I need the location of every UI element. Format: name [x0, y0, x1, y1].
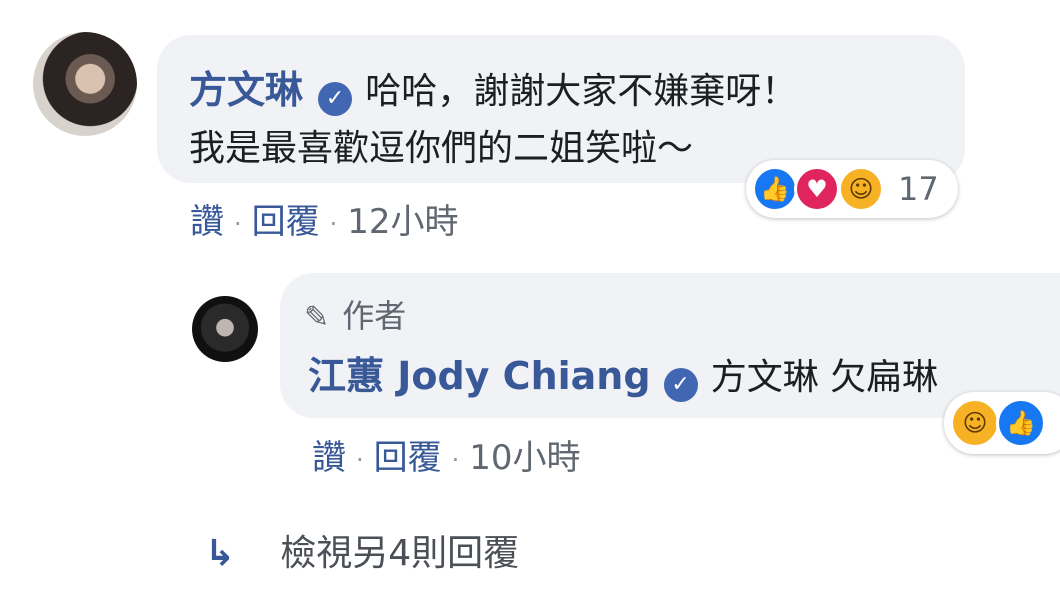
haha-reaction-icon: ☺ [838, 166, 884, 212]
reply-actions: 讚 · 回覆 · 10小時 [312, 430, 581, 479]
pencil-icon: ✎ [304, 300, 330, 335]
like-link[interactable]: 讚 [312, 438, 346, 478]
comment-text-line2: 我是最喜歡逗你們的二姐笑啦～ [189, 128, 694, 169]
like-reaction-icon: 👍 [752, 166, 798, 212]
comment-actions: 讚 · 回覆 · 12小時 [190, 194, 459, 243]
separator-dot: · [329, 209, 338, 238]
reaction-count: 17 [898, 170, 939, 208]
haha-reaction-icon: ☺ [950, 398, 1000, 448]
verified-icon: ✓ [318, 81, 353, 116]
reply-arrow-icon: ↳ [205, 533, 236, 574]
like-reaction-icon: 👍 [996, 398, 1046, 448]
like-link[interactable]: 讚 [190, 202, 224, 242]
separator-dot: · [356, 445, 364, 474]
avatar[interactable] [33, 32, 137, 136]
reply-link[interactable]: 回覆 [374, 438, 442, 478]
timestamp[interactable]: 10小時 [469, 438, 580, 478]
view-more-replies[interactable]: ↳ 檢視另4則回覆 [205, 524, 519, 576]
love-reaction-icon: ♥ [794, 166, 840, 212]
comment-text-line1: 哈哈，謝謝大家不嫌棄呀！ [365, 71, 798, 112]
author-badge: 作者 [342, 297, 407, 335]
reply-avatar[interactable] [192, 296, 258, 362]
view-more-label[interactable]: 檢視另4則回覆 [280, 533, 519, 574]
reply-bubble: ✎ 作者 江蕙 Jody Chiang ✓ 方文琳 欠扁琳 [280, 273, 1060, 418]
separator-dot: · [451, 445, 460, 474]
reaction-summary[interactable]: 👍 ♥ ☺ 17 [746, 160, 958, 218]
reply-text: 方文琳 欠扁琳 [710, 357, 939, 398]
verified-icon: ✓ [663, 367, 698, 402]
timestamp[interactable]: 12小時 [347, 202, 458, 242]
separator-dot: · [234, 209, 242, 238]
reply-reaction-summary[interactable]: ☺ 👍 [944, 392, 1060, 454]
reply-author-name[interactable]: 江蕙 Jody Chiang [308, 354, 651, 398]
comment-author-name[interactable]: 方文琳 [189, 68, 303, 112]
reply-link[interactable]: 回覆 [252, 202, 320, 242]
